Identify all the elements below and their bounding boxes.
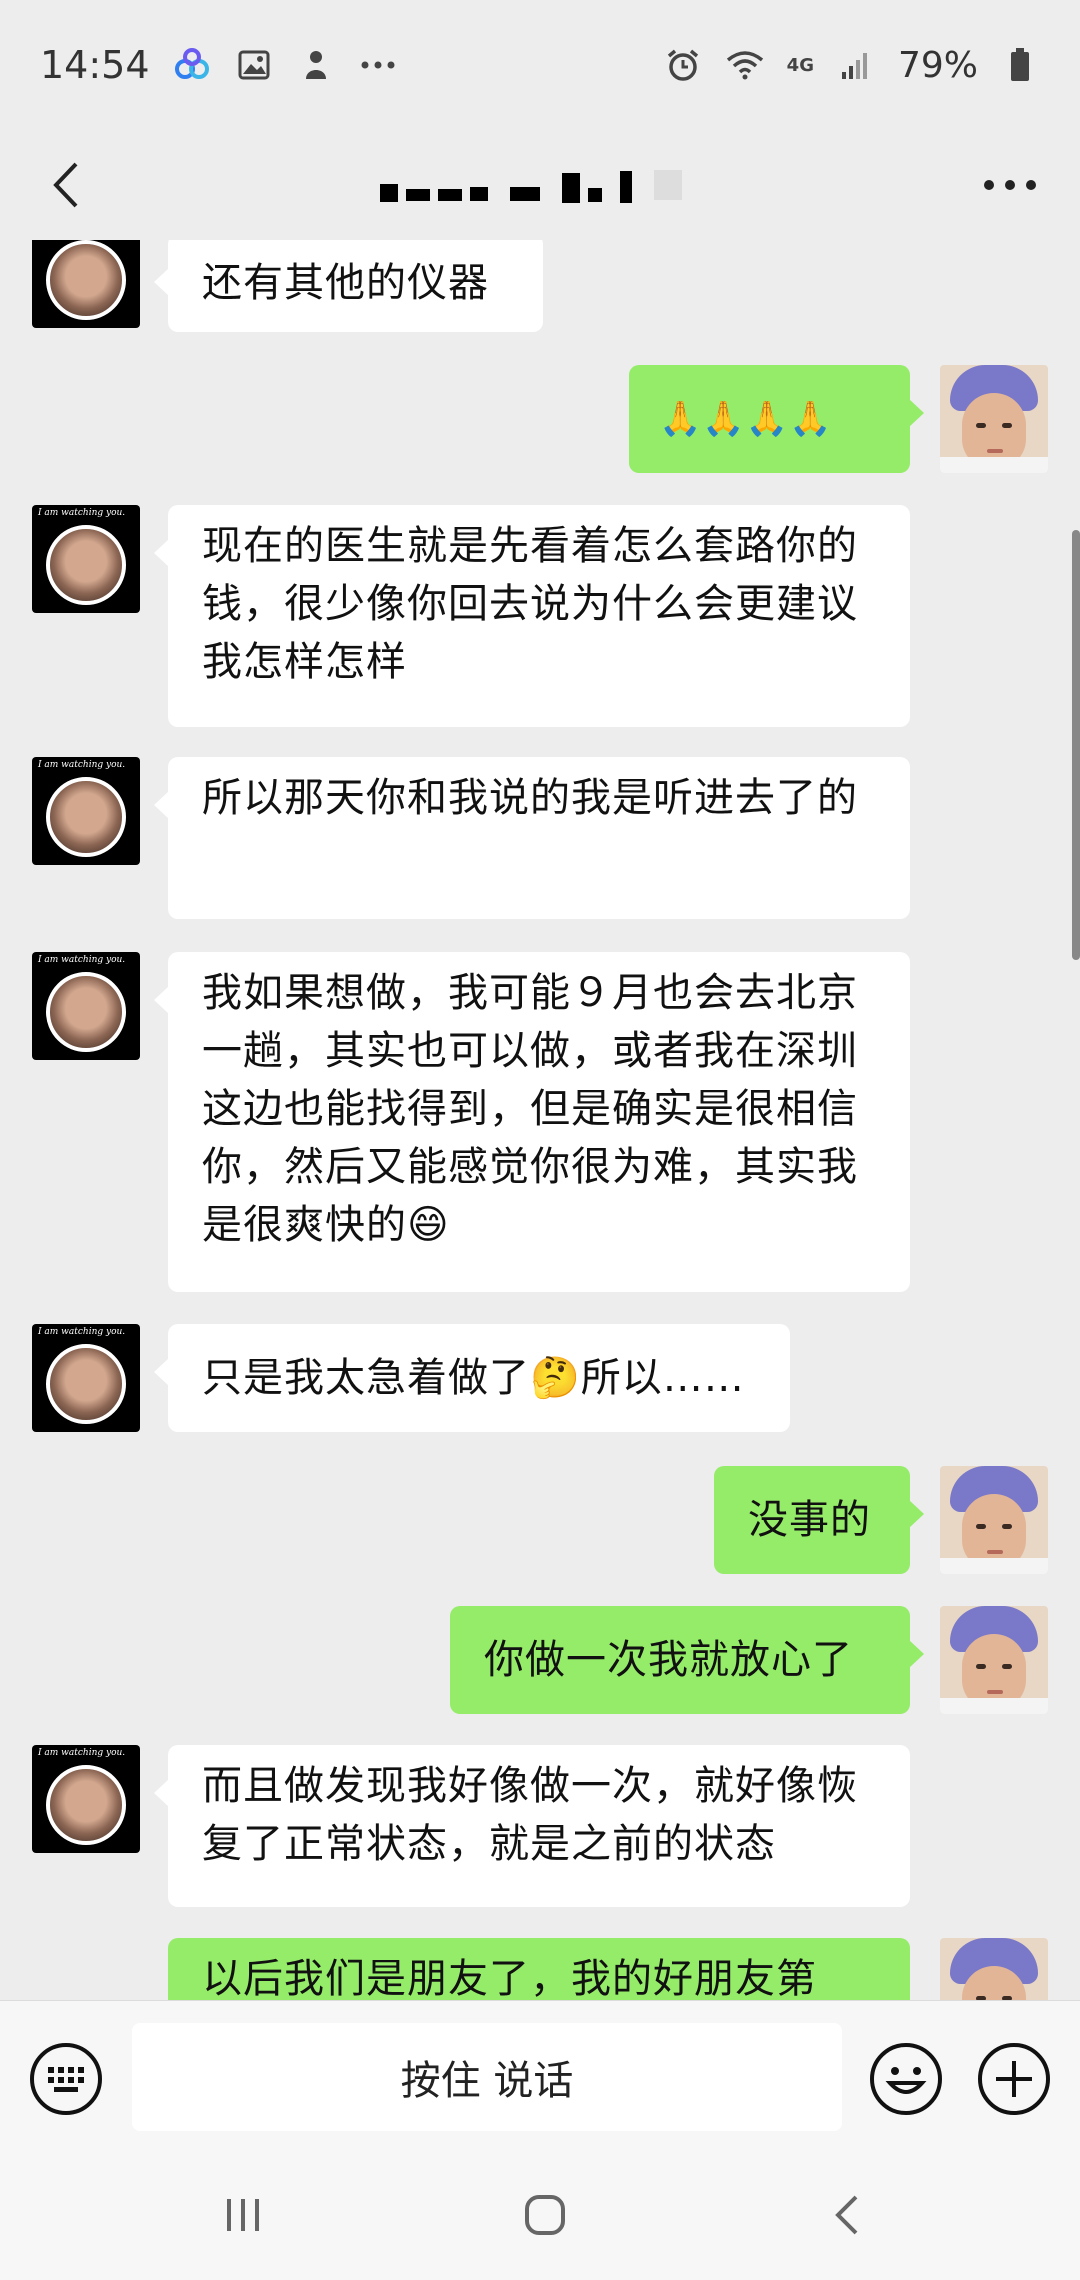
chevron-left-icon <box>53 162 78 208</box>
system-nav-bar <box>0 2150 1080 2280</box>
message-bubble-incoming[interactable]: 只是我太急着做了🤔所以…… <box>154 1324 790 1432</box>
chat-title-redacted <box>380 160 710 210</box>
more-horizontal-icon <box>984 180 1036 190</box>
more-button[interactable] <box>970 150 1050 220</box>
user-avatar[interactable] <box>940 1938 1048 2000</box>
contact-avatar[interactable] <box>32 240 140 328</box>
baidu-cloud-icon <box>172 45 212 85</box>
system-back-button[interactable] <box>807 2180 887 2250</box>
keyboard-icon <box>30 2043 102 2115</box>
chat-message-list[interactable]: 还有其他的仪器 🙏🙏🙏🙏 I am watching you. 现在的医生就是先… <box>0 240 1080 2000</box>
recent-apps-icon <box>227 2199 259 2231</box>
user-avatar[interactable] <box>940 1606 1048 1714</box>
notification-icon <box>296 45 336 85</box>
status-bar: 14:54 4G 79% <box>0 0 1080 130</box>
user-avatar[interactable] <box>940 1466 1048 1574</box>
contact-avatar[interactable]: I am watching you. <box>32 505 140 613</box>
avatar-caption: I am watching you. <box>38 955 126 965</box>
plus-icon <box>978 2043 1050 2115</box>
avatar-caption: I am watching you. <box>38 1327 126 1337</box>
image-icon <box>234 45 274 85</box>
alarm-icon <box>663 45 703 85</box>
wifi-icon <box>725 45 765 85</box>
user-avatar[interactable] <box>940 365 1048 473</box>
title-bar <box>0 130 1080 240</box>
avatar-caption: I am watching you. <box>38 508 126 518</box>
signal-icon <box>836 45 876 85</box>
back-button[interactable] <box>30 150 100 220</box>
recent-apps-button[interactable] <box>203 2180 283 2250</box>
scrollbar[interactable] <box>1072 530 1080 960</box>
message-bubble-incoming[interactable]: 现在的医生就是先看着怎么套路你的钱，很少像你回去说为什么会更建议我怎样怎样 <box>154 505 910 727</box>
message-bubble-incoming[interactable]: 而且做发现我好像做一次，就好像恢复了正常状态，就是之前的状态 <box>154 1745 910 1907</box>
contact-avatar[interactable]: I am watching you. <box>32 1324 140 1432</box>
keyboard-toggle-button[interactable] <box>28 2041 104 2117</box>
avatar-caption: I am watching you. <box>38 1748 126 1758</box>
message-bubble-incoming[interactable]: 所以那天你和我说的我是听进去了的 <box>154 757 910 919</box>
contact-avatar[interactable]: I am watching you. <box>32 952 140 1060</box>
battery-percent: 79% <box>897 44 978 86</box>
more-dots-icon <box>358 45 398 85</box>
message-bubble-outgoing[interactable]: 🙏🙏🙏🙏 <box>629 365 924 473</box>
hold-to-talk-button[interactable]: 按住 说话 <box>132 2023 842 2131</box>
network-type: 4G <box>786 54 814 76</box>
back-arrow-icon <box>835 2195 858 2235</box>
message-bubble-outgoing[interactable]: 你做一次我就放心了 <box>450 1606 924 1714</box>
message-bubble-incoming[interactable]: 还有其他的仪器 <box>154 240 543 332</box>
smiley-icon <box>870 2043 942 2115</box>
home-icon <box>525 2195 565 2235</box>
input-bar: 按住 说话 <box>0 2000 1080 2151</box>
status-time: 14:54 <box>40 43 150 87</box>
contact-avatar[interactable]: I am watching you. <box>32 1745 140 1853</box>
home-button[interactable] <box>505 2180 585 2250</box>
message-bubble-outgoing[interactable]: 以后我们是朋友了，我的好朋友第 <box>168 1938 910 2000</box>
contact-avatar[interactable]: I am watching you. <box>32 757 140 865</box>
battery-icon <box>1000 45 1040 85</box>
more-functions-button[interactable] <box>976 2041 1052 2117</box>
message-bubble-incoming[interactable]: 我如果想做，我可能９月也会去北京一趟，其实也可以做，或者我在深圳这边也能找得到，… <box>154 952 910 1292</box>
message-bubble-outgoing[interactable]: 没事的 <box>714 1466 924 1574</box>
avatar-caption: I am watching you. <box>38 760 126 770</box>
emoji-button[interactable] <box>868 2041 944 2117</box>
